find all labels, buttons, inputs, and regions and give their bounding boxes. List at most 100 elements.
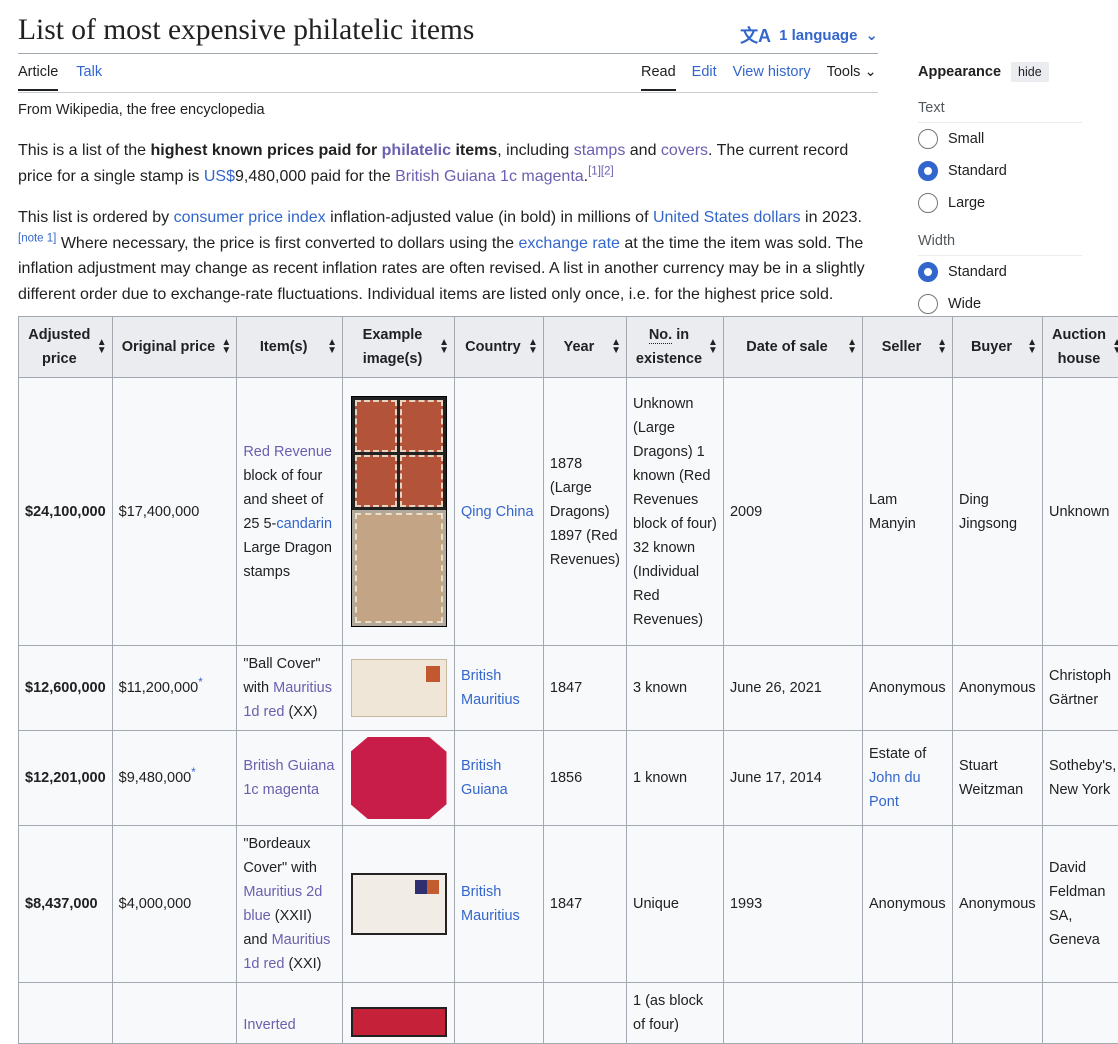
cell-example-image [343, 378, 455, 646]
text-size-large-option[interactable]: Large [918, 187, 1082, 219]
link-country[interactable]: British Guiana [461, 758, 508, 798]
header-label: Item(s) [260, 339, 308, 355]
sort-icon[interactable]: ▲▼ [97, 339, 107, 355]
tab-edit[interactable]: Edit [692, 64, 717, 91]
british-guiana-stamp-image[interactable] [351, 737, 447, 819]
tools-menu[interactable]: Tools ⌄ [827, 64, 877, 91]
footnote-mark[interactable]: * [191, 767, 195, 779]
stamp-image[interactable] [351, 396, 447, 627]
sort-icon[interactable]: ▲▼ [611, 339, 621, 355]
footnote-mark[interactable]: * [198, 677, 202, 689]
link-item[interactable]: Inverted [243, 1017, 295, 1033]
cell-original-price: $4,000,000 [112, 826, 237, 983]
cell-example-image [343, 983, 455, 1044]
col-items[interactable]: Item(s) ▲▼ [237, 317, 343, 378]
link-item[interactable]: Red Revenue [243, 444, 332, 460]
tab-article[interactable]: Article [18, 64, 58, 91]
col-seller[interactable]: Seller▲▼ [863, 317, 953, 378]
hide-button[interactable]: hide [1011, 62, 1049, 82]
sort-icon[interactable]: ▲▼ [528, 339, 538, 355]
link-country[interactable]: British Mauritius [461, 884, 520, 924]
sort-icon[interactable]: ▲▼ [221, 339, 231, 355]
link-stamps[interactable]: stamps [574, 142, 626, 159]
sort-icon[interactable]: ▲▼ [847, 339, 857, 355]
tab-view-history[interactable]: View history [733, 64, 811, 91]
text: $11,200,000 [119, 680, 199, 696]
text-size-standard-option[interactable]: Standard [918, 155, 1082, 187]
chevron-down-icon: ⌄ [865, 26, 878, 44]
link-british-guiana-1c[interactable]: British Guiana 1c magenta [395, 168, 584, 185]
link-item[interactable]: British Guiana 1c magenta [243, 758, 334, 798]
tagline: From Wikipedia, the free encyclopedia [18, 102, 265, 118]
sort-icon[interactable]: ▲▼ [439, 339, 449, 355]
appearance-header: Appearance hide [918, 58, 1082, 86]
appearance-title: Appearance [918, 64, 1001, 80]
text-size-small-option[interactable]: Small [918, 123, 1082, 155]
radio-icon[interactable] [918, 294, 938, 314]
link-us-dollar[interactable]: US$ [204, 168, 235, 185]
sort-icon[interactable]: ▲▼ [327, 339, 337, 355]
note-link[interactable]: [note 1] [18, 232, 56, 244]
table-container: Adjusted price▲▼ Original price▲▼ Item(s… [18, 316, 1118, 1044]
radio-checked-icon[interactable] [918, 262, 938, 282]
ball-cover-image[interactable] [351, 659, 447, 717]
inverted-jenny-image[interactable] [351, 1007, 447, 1037]
cell-original-price: $11,200,000* [112, 646, 237, 731]
tabs-divider [18, 92, 878, 93]
text: Where necessary, the price is first conv… [56, 235, 518, 252]
cell-year: 1847 [543, 646, 626, 731]
cell-existence: Unique [627, 826, 724, 983]
link-us-dollars[interactable]: United States dollars [653, 209, 801, 226]
sort-icon[interactable]: ▲▼ [708, 339, 718, 355]
col-adjusted-price[interactable]: Adjusted price▲▼ [19, 317, 113, 378]
language-button-label: 1 language [779, 27, 857, 44]
col-country[interactable]: Country▲▼ [454, 317, 543, 378]
cell-date: 2009 [723, 378, 862, 646]
col-date-of-sale[interactable]: Date of sale▲▼ [723, 317, 862, 378]
link-covers[interactable]: covers [661, 142, 708, 159]
cell-year [543, 983, 626, 1044]
link-exchange-rate[interactable]: exchange rate [519, 235, 620, 252]
cell-auction [1042, 983, 1118, 1044]
sort-icon[interactable]: ▲▼ [1027, 339, 1037, 355]
cell-existence: 1 known [627, 731, 724, 826]
col-auction-house[interactable]: Auction house▲▼ [1042, 317, 1118, 378]
col-buyer[interactable]: Buyer▲▼ [953, 317, 1043, 378]
link-country[interactable]: Qing China [461, 504, 534, 520]
cell-country: British Mauritius [454, 646, 543, 731]
link-philatelic[interactable]: philatelic [382, 142, 451, 159]
cell-items: British Guiana 1c magenta [237, 731, 343, 826]
col-original-price[interactable]: Original price▲▼ [112, 317, 237, 378]
tab-talk[interactable]: Talk [76, 64, 102, 91]
link-consumer-price-index[interactable]: consumer price index [174, 209, 326, 226]
view-tabs: Read Edit View history Tools ⌄ [641, 64, 877, 91]
cell-buyer: Anonymous [953, 826, 1043, 983]
col-year[interactable]: Year▲▼ [543, 317, 626, 378]
cell-year: 1847 [543, 826, 626, 983]
cell-auction: David Feldman SA, Geneva [1042, 826, 1118, 983]
width-label: Width [918, 233, 1082, 256]
language-button[interactable]: 文A 1 language ⌄ [740, 22, 878, 48]
tab-read[interactable]: Read [641, 64, 676, 91]
cell-date: June 17, 2014 [723, 731, 862, 826]
col-example-images[interactable]: Example image(s)▲▼ [343, 317, 455, 378]
text: This list is ordered by [18, 209, 174, 226]
width-standard-option[interactable]: Standard [918, 256, 1082, 288]
cell-items: Red Revenue block of four and sheet of 2… [237, 378, 343, 646]
link-seller[interactable]: John du Pont [869, 770, 921, 810]
sort-icon[interactable]: ▲▼ [1112, 339, 1118, 355]
radio-icon[interactable] [918, 129, 938, 149]
link-item[interactable]: candarin [276, 516, 332, 532]
cell-adjusted-price: $12,600,000 [19, 646, 113, 731]
cell-adjusted-price: $8,437,000 [19, 826, 113, 983]
col-no-in-existence[interactable]: No. in existence▲▼ [627, 317, 724, 378]
sort-icon[interactable]: ▲▼ [937, 339, 947, 355]
bordeaux-cover-image[interactable] [351, 873, 447, 935]
link-country[interactable]: British Mauritius [461, 668, 520, 708]
cell-buyer: Stuart Weitzman [953, 731, 1043, 826]
radio-icon[interactable] [918, 193, 938, 213]
cell-example-image [343, 826, 455, 983]
reference-link[interactable]: [1][2] [588, 165, 614, 177]
radio-checked-icon[interactable] [918, 161, 938, 181]
text-size-label: Text [918, 100, 1082, 123]
